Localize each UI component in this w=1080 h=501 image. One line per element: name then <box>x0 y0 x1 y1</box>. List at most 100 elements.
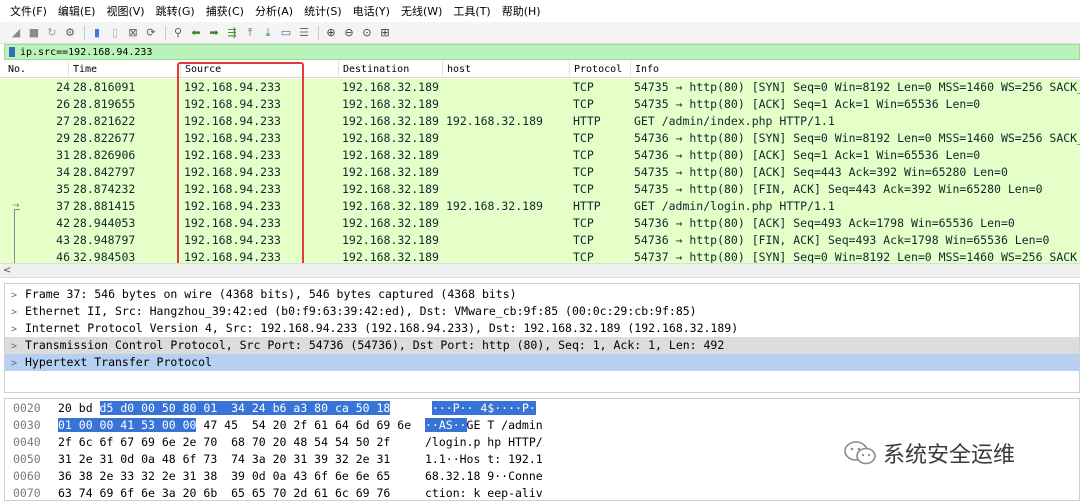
menu-item[interactable]: 分析(A) <box>255 3 293 19</box>
detail-tcp[interactable]: > Transmission Control Protocol, Src Port… <box>5 337 1079 354</box>
hex-text: 36 38 2e 33 32 2e 31 38 39 0d 0a 43 6f 6… <box>58 469 391 483</box>
close-file-icon[interactable]: ⊠ <box>125 25 141 41</box>
packet-row[interactable]: 24 28.816091 192.168.94.233 192.168.32.189 T… <box>0 79 1080 96</box>
menu-item[interactable]: 统计(S) <box>304 3 342 19</box>
ascii-bytes[interactable]: /login.p hp HTTP/ <box>425 434 543 451</box>
packet-protocol: TCP <box>573 131 594 145</box>
auto-scroll-icon[interactable]: ▭ <box>278 25 294 41</box>
expand-arrow-icon[interactable]: > <box>11 321 25 338</box>
packet-row[interactable]: 46 32.984503 192.168.94.233 192.168.32.189 T… <box>0 249 1080 263</box>
packet-row[interactable]: 43 28.948797 192.168.94.233 192.168.32.189 T… <box>0 232 1080 249</box>
zoom-reset-icon[interactable]: ⊙ <box>359 25 375 41</box>
expand-arrow-icon[interactable]: > <box>11 287 25 304</box>
column-header-info[interactable]: Info <box>630 61 659 78</box>
menu-item[interactable]: 帮助(H) <box>502 3 541 19</box>
packet-time: 32.984503 <box>73 250 136 263</box>
bookmark-icon[interactable] <box>9 47 15 57</box>
packet-info: 54735 → http(80) [ACK] Seq=443 Ack=392 W… <box>634 165 1008 179</box>
packet-destination: 192.168.32.189 <box>342 80 439 94</box>
column-header-protocol[interactable]: Protocol <box>569 61 622 78</box>
hex-bytes[interactable]: 2f 6c 6f 67 69 6e 2e 70 68 70 20 48 54 5… <box>58 434 390 451</box>
wechat-logo-icon <box>844 441 876 465</box>
packet-host <box>446 181 566 198</box>
stop-capture-icon[interactable]: ■ <box>26 25 42 41</box>
hex-bytes[interactable]: 01 00 00 41 53 00 00 47 45 54 20 2f 61 6… <box>58 417 411 434</box>
packet-destination: 192.168.32.189 <box>342 131 439 145</box>
packet-no: 24 <box>56 80 70 94</box>
menu-item[interactable]: 文件(F) <box>10 3 47 19</box>
menu-item[interactable]: 电话(Y) <box>353 3 390 19</box>
column-header-host[interactable]: host <box>442 61 471 78</box>
column-header-destination[interactable]: Destination <box>338 61 409 78</box>
menu-item[interactable]: 捕获(C) <box>206 3 244 19</box>
ascii-bytes[interactable]: ··AS··GE T /admin <box>425 417 543 434</box>
restart-capture-icon[interactable]: ↻ <box>44 25 60 41</box>
menu-item[interactable]: 视图(V) <box>106 3 144 19</box>
first-packet-icon[interactable]: ⤒ <box>242 25 258 41</box>
packet-protocol: TCP <box>573 97 594 111</box>
detail-ethernet[interactable]: > Ethernet II, Src: Hangzhou_39:42:ed (b0… <box>5 303 1079 320</box>
hex-bytes[interactable]: 20 bd d5 d0 00 50 80 01 34 24 b6 a3 80 c… <box>58 400 391 417</box>
column-header-no[interactable]: No. <box>4 61 26 78</box>
ascii-bytes[interactable]: 1.1··Hos t: 192.1 <box>425 451 543 468</box>
bytes-row: 0070 63 74 69 6f 6e 3a 20 6b 65 65 70 2d … <box>5 485 1079 501</box>
packet-row[interactable]: 26 28.819655 192.168.94.233 192.168.32.189 T… <box>0 96 1080 113</box>
open-file-icon[interactable]: ▮ <box>89 25 105 41</box>
last-packet-icon[interactable]: ⤓ <box>260 25 276 41</box>
menu-item[interactable]: 工具(T) <box>453 3 490 19</box>
packet-info: 54736 → http(80) [ACK] Seq=1 Ack=1 Win=6… <box>634 148 981 162</box>
packet-row[interactable]: 35 28.874232 192.168.94.233 192.168.32.189 T… <box>0 181 1080 198</box>
zoom-in-icon[interactable]: ⊕ <box>323 25 339 41</box>
packet-time: 28.826906 <box>73 148 136 162</box>
packet-row[interactable]: 34 28.842797 192.168.94.233 192.168.32.189 T… <box>0 164 1080 181</box>
packet-list-hscrollbar[interactable]: < <box>0 263 1080 278</box>
packet-destination: 192.168.32.189 <box>342 182 439 196</box>
capture-options-icon[interactable]: ⚙ <box>62 25 78 41</box>
packet-host <box>446 147 566 164</box>
ascii-bytes[interactable]: ction: k eep-aliv <box>425 485 543 501</box>
go-to-packet-icon[interactable]: ⇶ <box>224 25 240 41</box>
packet-row[interactable]: 29 28.822677 192.168.94.233 192.168.32.189 T… <box>0 130 1080 147</box>
ascii-bytes[interactable]: 68.32.18 9··Conne <box>425 468 543 485</box>
ascii-selected: ···P·· 4$····P· <box>431 401 536 415</box>
resize-columns-icon[interactable]: ⊞ <box>377 25 393 41</box>
packet-row[interactable]: 37 28.881415 192.168.94.233 192.168.32.189 1… <box>0 198 1080 215</box>
zoom-out-icon[interactable]: ⊖ <box>341 25 357 41</box>
go-forward-icon[interactable]: ➡ <box>206 25 222 41</box>
save-file-icon[interactable]: ▯ <box>107 25 123 41</box>
colorize-icon[interactable]: ☰ <box>296 25 312 41</box>
packet-row[interactable]: 27 28.821622 192.168.94.233 192.168.32.189 1… <box>0 113 1080 130</box>
hex-bytes[interactable]: 31 2e 31 0d 0a 48 6f 73 74 3a 20 31 39 3… <box>58 451 390 468</box>
packet-info: 54735 → http(80) [FIN, ACK] Seq=443 Ack=… <box>634 182 1043 196</box>
menu-item[interactable]: 跳转(G) <box>156 3 195 19</box>
packet-time: 28.816091 <box>73 80 136 94</box>
packet-time: 28.948797 <box>73 233 136 247</box>
detail-http[interactable]: > Hypertext Transfer Protocol <box>5 354 1079 371</box>
find-packet-icon[interactable]: ⚲ <box>170 25 186 41</box>
hex-bytes[interactable]: 63 74 69 6f 6e 3a 20 6b 65 65 70 2d 61 6… <box>58 485 390 501</box>
packet-time: 28.842797 <box>73 165 136 179</box>
expand-arrow-icon[interactable]: > <box>11 338 25 355</box>
packet-row[interactable]: 31 28.826906 192.168.94.233 192.168.32.189 T… <box>0 147 1080 164</box>
reload-file-icon[interactable]: ⟳ <box>143 25 159 41</box>
packet-destination: 192.168.32.189 <box>342 114 439 128</box>
menu-item[interactable]: 无线(W) <box>401 3 442 19</box>
ascii-bytes[interactable]: ···P·· 4$····P· <box>425 400 536 417</box>
hex-bytes[interactable]: 36 38 2e 33 32 2e 31 38 39 0d 0a 43 6f 6… <box>58 468 390 485</box>
column-header-time[interactable]: Time <box>68 61 97 78</box>
display-filter-bar[interactable]: ip.src==192.168.94.233 <box>4 44 1080 60</box>
hex-selected: 01 00 00 41 53 00 00 <box>58 418 197 432</box>
start-capture-icon[interactable]: ◢ <box>8 25 24 41</box>
detail-ipv4-text: Internet Protocol Version 4, Src: 192.16… <box>25 321 739 335</box>
ascii-text: 68.32.18 9··Conne <box>425 469 543 483</box>
display-filter-input[interactable]: ip.src==192.168.94.233 <box>20 47 152 58</box>
packet-row[interactable]: 42 28.944053 192.168.94.233 192.168.32.189 T… <box>0 215 1080 232</box>
expand-arrow-icon[interactable]: > <box>11 304 25 321</box>
expand-arrow-icon[interactable]: > <box>11 355 25 372</box>
menu-item[interactable]: 编辑(E) <box>58 3 96 19</box>
scroll-left-icon[interactable]: < <box>3 264 11 277</box>
go-back-icon[interactable]: ⬅ <box>188 25 204 41</box>
detail-ipv4[interactable]: > Internet Protocol Version 4, Src: 192.1… <box>5 320 1079 337</box>
column-header-source[interactable]: Source <box>180 61 221 78</box>
detail-frame[interactable]: > Frame 37: 546 bytes on wire (4368 bits)… <box>5 286 1079 303</box>
